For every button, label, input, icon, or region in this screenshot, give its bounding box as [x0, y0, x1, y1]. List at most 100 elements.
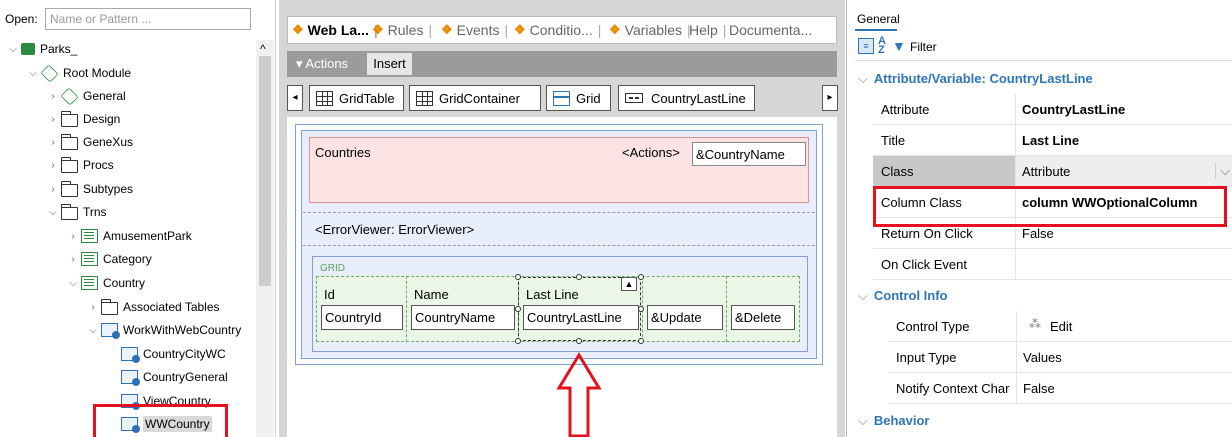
breadcrumb-gridtable[interactable]: GridTable: [309, 85, 404, 111]
tree-item[interactable]: › GeneXus: [48, 131, 133, 153]
transaction-icon: [81, 252, 98, 266]
tab-2[interactable]: ❖ Events |: [441, 17, 508, 43]
property-value[interactable]: Edit: [1050, 319, 1072, 334]
tree-item-label: General: [83, 89, 126, 103]
tree-scrollbar-thumb[interactable]: [259, 56, 271, 286]
insert-button[interactable]: Insert: [367, 53, 412, 75]
dropdown-chevron-icon[interactable]: ⌵: [1215, 163, 1230, 179]
tab-6[interactable]: Documenta...: [729, 17, 812, 43]
tab-separator: |: [504, 22, 509, 38]
resize-handle[interactable]: [576, 338, 582, 344]
tree-item[interactable]: › Design: [48, 108, 120, 130]
tree-item[interactable]: › Associated Tables: [88, 296, 220, 318]
resize-handle[interactable]: [515, 274, 521, 280]
collapse-chevron-icon[interactable]: ⌵: [858, 71, 868, 86]
property-value[interactable]: CountryLastLine: [1022, 102, 1125, 117]
expand-icon[interactable]: ›: [48, 160, 58, 171]
expand-icon[interactable]: ›: [48, 184, 58, 195]
breadcrumb-right-icon[interactable]: ▸: [822, 85, 838, 111]
tree-item[interactable]: ⌵ Trns: [48, 201, 107, 223]
tree-item[interactable]: ⌵ Root Module: [28, 62, 131, 84]
error-viewer[interactable]: <ErrorViewer: ErrorViewer>: [315, 222, 474, 237]
breadcrumb-countrylastline[interactable]: CountryLastLine: [618, 85, 755, 111]
grid-cell-delete[interactable]: &Delete: [731, 305, 795, 330]
tree-item[interactable]: ⌵ Parks_: [8, 38, 77, 60]
property-value[interactable]: Values: [1023, 350, 1062, 365]
tab-1[interactable]: ❖ Rules |: [372, 17, 432, 43]
actions-toggle[interactable]: ▾ Actions: [296, 56, 348, 72]
grid-cell-countryname[interactable]: CountryName: [411, 305, 515, 330]
property-value[interactable]: False: [1023, 381, 1055, 396]
tree-item[interactable]: CountryGeneral: [108, 366, 228, 388]
actions-placeholder[interactable]: <Actions>: [622, 145, 680, 160]
tab-4[interactable]: ❖ Variables |: [609, 17, 691, 43]
expand-icon[interactable]: ›: [48, 114, 58, 125]
resize-handle[interactable]: [638, 306, 644, 312]
tree-item[interactable]: ⌵ Country: [68, 272, 145, 294]
expand-icon[interactable]: ›: [48, 137, 58, 148]
property-section[interactable]: ⌵ Control Info: [858, 288, 948, 304]
country-name-variable[interactable]: &CountryName: [692, 142, 806, 166]
grid-header[interactable]: Id: [324, 287, 335, 302]
property-row[interactable]: Class Attribute ⌵: [873, 156, 1232, 187]
resize-handle[interactable]: [515, 306, 521, 312]
grid-icon: [553, 90, 570, 106]
expand-icon[interactable]: ›: [88, 302, 98, 313]
grid-cell-countryid[interactable]: CountryId: [321, 305, 403, 330]
tree-item-label: Category: [103, 252, 152, 266]
tree-item[interactable]: › Procs: [48, 154, 114, 176]
tab-0[interactable]: ❖ Web La... |: [292, 17, 378, 43]
expand-icon[interactable]: ⌵: [8, 44, 18, 55]
tree-item[interactable]: › AmusementPark: [68, 225, 192, 247]
breadcrumb-grid[interactable]: Grid: [546, 85, 611, 111]
tree-item[interactable]: › General: [48, 85, 126, 107]
property-row[interactable]: Control Type ⁂ Edit: [888, 311, 1232, 342]
expand-icon[interactable]: ⌵: [28, 68, 38, 79]
expand-icon[interactable]: ⌵: [48, 207, 58, 218]
expand-icon[interactable]: ›: [48, 91, 58, 102]
tree-item[interactable]: › Subtypes: [48, 178, 133, 200]
tab-5[interactable]: Help |: [689, 17, 726, 43]
select-parent-icon[interactable]: ▲: [621, 277, 637, 291]
property-row[interactable]: Title Last Line: [873, 125, 1232, 156]
property-row[interactable]: On Click Event: [873, 249, 1232, 280]
breadcrumb-left-icon[interactable]: ◂: [287, 85, 303, 111]
property-section[interactable]: ⌵ Behavior: [858, 413, 930, 429]
property-row[interactable]: Attribute CountryLastLine: [873, 94, 1232, 125]
resize-handle[interactable]: [576, 274, 582, 280]
sort-alpha-icon[interactable]: AZ: [878, 36, 886, 56]
collapse-chevron-icon[interactable]: ⌵: [858, 288, 868, 303]
property-value[interactable]: False: [1022, 226, 1054, 241]
tab-label: Documenta...: [729, 22, 813, 38]
tab-3[interactable]: ❖ Conditio... |: [514, 17, 601, 43]
property-value[interactable]: Attribute: [1022, 164, 1070, 179]
property-row[interactable]: Input Type Values: [888, 342, 1232, 373]
gx-part-icon: ❖: [514, 22, 526, 37]
categorized-icon[interactable]: ≡: [858, 38, 874, 54]
resize-handle[interactable]: [515, 338, 521, 344]
expand-icon[interactable]: ›: [68, 231, 78, 242]
open-search-input[interactable]: Name or Pattern ...: [45, 8, 251, 30]
tab-general[interactable]: General: [857, 12, 900, 26]
property-section[interactable]: ⌵ Attribute/Variable: CountryLastLine: [858, 71, 1093, 87]
scroll-up-icon[interactable]: ^: [260, 42, 266, 56]
property-row[interactable]: Notify Context Char False: [888, 373, 1232, 404]
resize-handle[interactable]: [638, 338, 644, 344]
filter-icon[interactable]: ▼: [892, 38, 906, 54]
tree-item[interactable]: ⌵ WorkWithWebCountry: [88, 319, 241, 341]
tree-item[interactable]: CountryCityWC: [108, 343, 226, 365]
grid-cell-update[interactable]: &Update: [647, 305, 723, 330]
grid-header[interactable]: Name: [414, 287, 449, 302]
countries-title[interactable]: Countries: [315, 145, 371, 160]
tree-item[interactable]: › Category: [68, 248, 152, 270]
tree-item-label: Procs: [83, 158, 114, 172]
expand-icon[interactable]: ›: [68, 254, 78, 265]
tab-separator: |: [597, 22, 602, 38]
collapse-chevron-icon[interactable]: ⌵: [858, 413, 868, 428]
expand-icon[interactable]: ⌵: [68, 278, 78, 289]
expand-icon[interactable]: ⌵: [88, 325, 98, 336]
breadcrumb-gridcontainer[interactable]: GridContainer: [409, 85, 541, 111]
resize-handle[interactable]: [638, 274, 644, 280]
tab-separator: |: [428, 22, 433, 38]
property-value[interactable]: Last Line: [1022, 133, 1079, 148]
